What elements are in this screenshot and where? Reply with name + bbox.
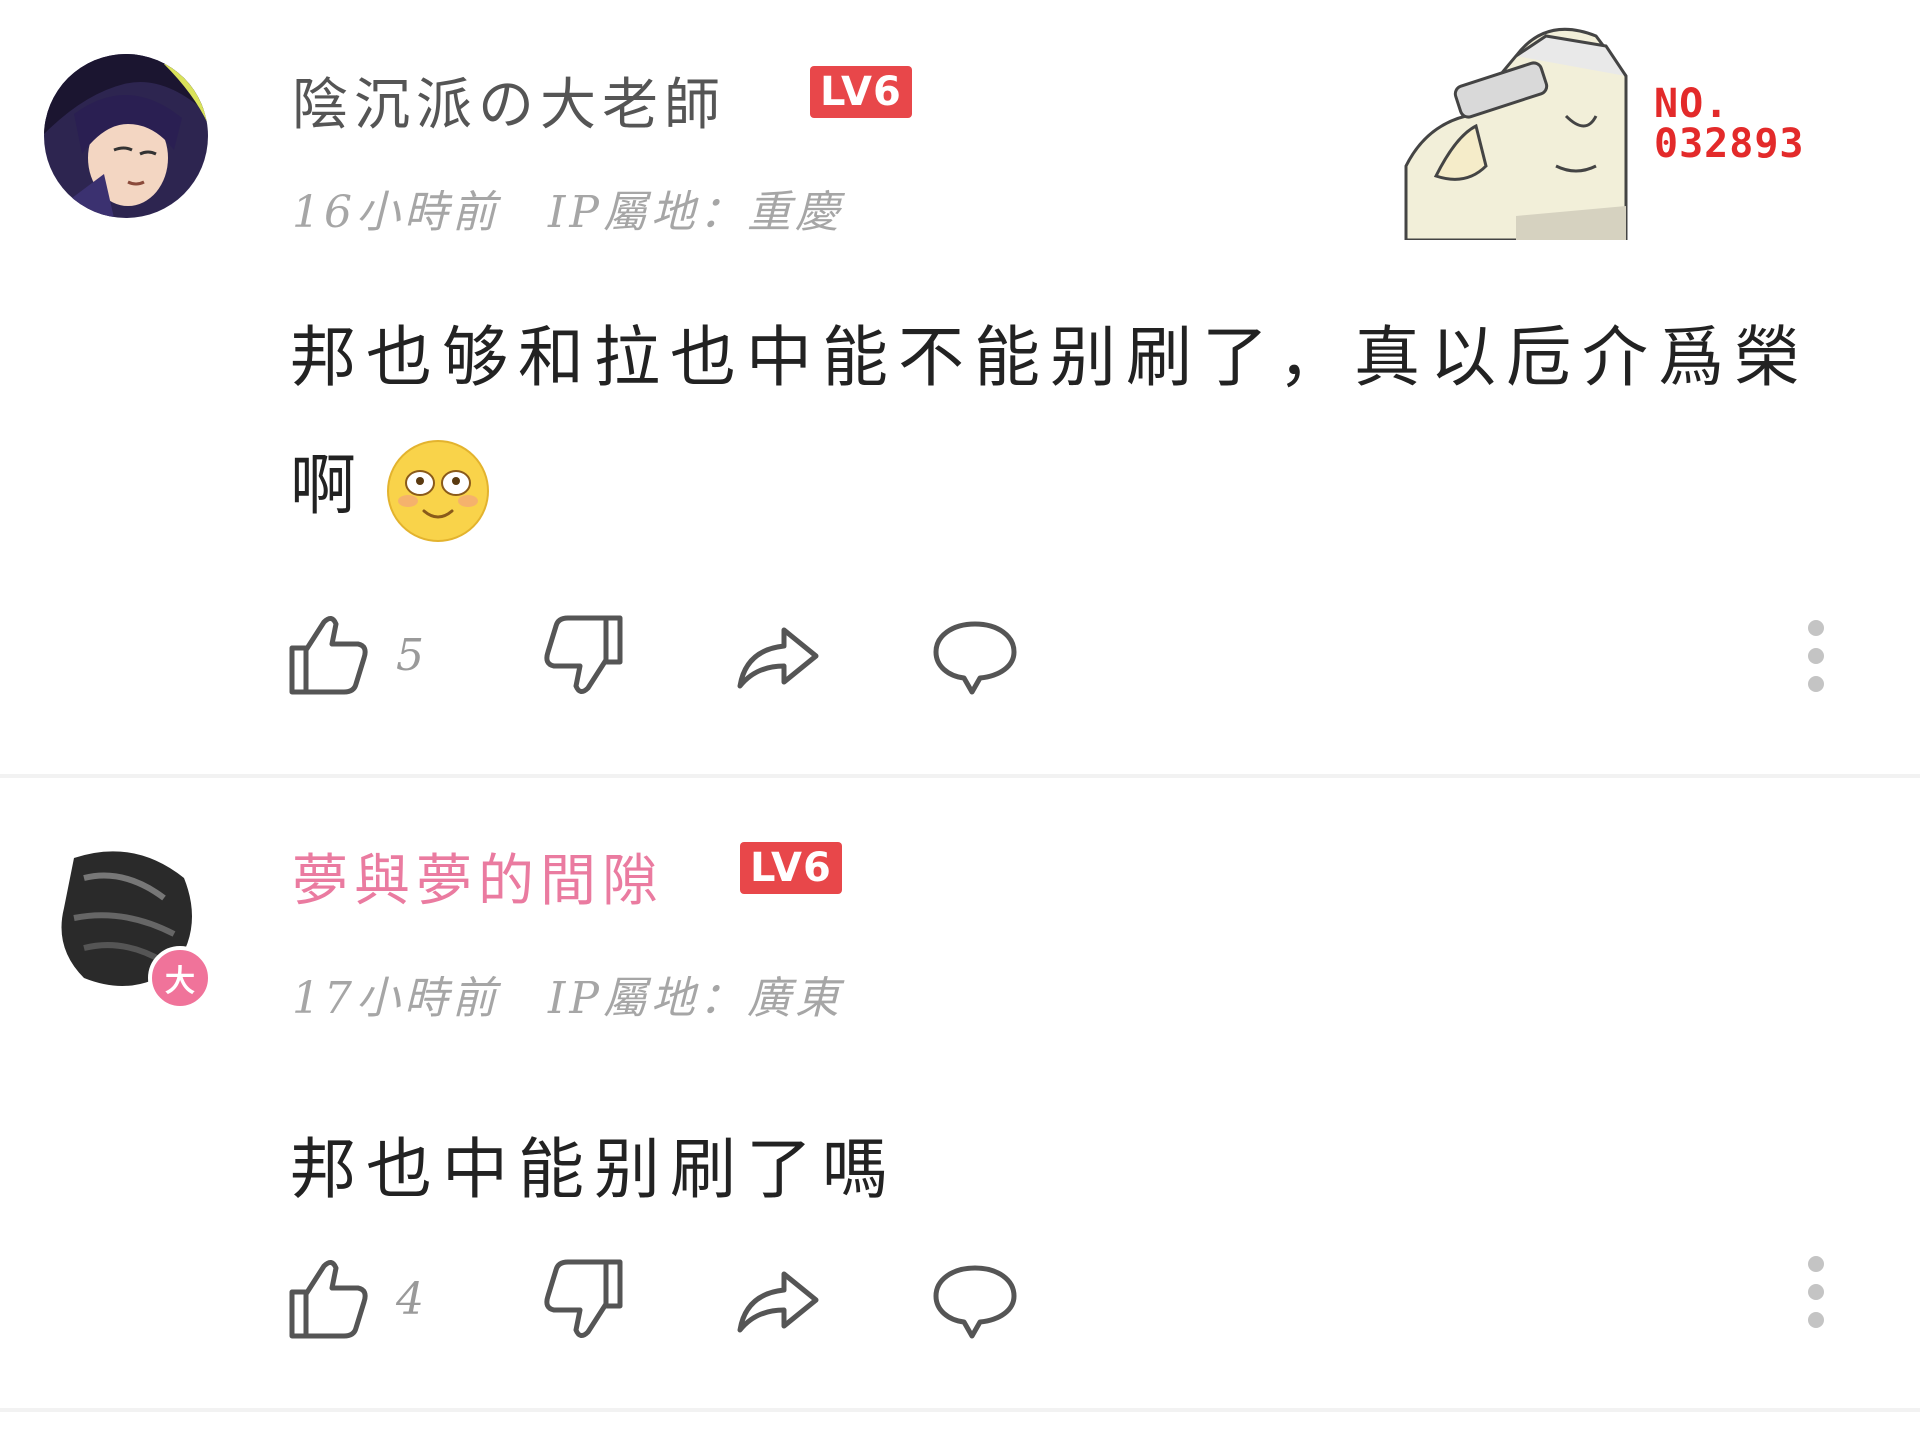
- comment-text: 邦也中能别刷了嗎: [290, 1106, 1860, 1234]
- thumbs-up-icon: [289, 1260, 368, 1339]
- like-button[interactable]: 4: [284, 1254, 424, 1344]
- thumbs-down-icon: [544, 1259, 623, 1338]
- more-options-button[interactable]: [1806, 1256, 1826, 1340]
- more-dot-icon: [1808, 1284, 1824, 1300]
- reply-button[interactable]: [930, 1254, 1020, 1344]
- more-dot-icon: [1808, 620, 1824, 636]
- comment-list: 陰沉派の大老師 LV6 16小時前 IP屬地：重慶 NO. 032893 邦也够…: [0, 0, 1920, 1440]
- thumbs-down-icon: [544, 615, 623, 694]
- share-arrow-icon: [737, 627, 819, 689]
- share-button[interactable]: [732, 610, 822, 700]
- more-dot-icon: [1808, 1256, 1824, 1272]
- reply-button[interactable]: [930, 610, 1020, 700]
- more-dot-icon: [1808, 648, 1824, 664]
- comment-bubble-icon: [933, 1265, 1017, 1339]
- sticker-number: NO. 032893: [1654, 84, 1805, 164]
- dislike-button[interactable]: [538, 610, 628, 700]
- avatar[interactable]: 大: [44, 838, 212, 1010]
- level-badge: LV6: [810, 66, 912, 118]
- thumbs-up-icon: [289, 616, 368, 695]
- comment-body: 邦也中能别刷了嗎: [290, 1131, 898, 1208]
- like-count: 5: [396, 630, 424, 681]
- comment-meta: 17小時前 IP屬地：廣東: [292, 962, 873, 1026]
- avatar[interactable]: [44, 54, 208, 218]
- ip-location: IP屬地：重慶: [548, 187, 843, 238]
- comment-divider: [0, 774, 1920, 778]
- username[interactable]: 夢與夢的間隙: [292, 836, 664, 917]
- comment-item: 大 夢與夢的間隙 LV6 17小時前 IP屬地：廣東 邦也中能别刷了嗎 4: [0, 786, 1920, 1414]
- comment-meta: 16小時前 IP屬地：重慶: [292, 176, 873, 240]
- ip-location: IP屬地：廣東: [548, 973, 843, 1024]
- comment-body: 邦也够和拉也中能不能别刷了，真以卮介爲榮啊: [290, 319, 1810, 524]
- comment-time: 16小時前: [292, 187, 500, 238]
- like-button[interactable]: 5: [284, 610, 424, 700]
- share-button[interactable]: [732, 1254, 822, 1344]
- flushed-smile-emoji: [386, 439, 490, 543]
- comment-time: 17小時前: [292, 973, 500, 1024]
- comment-text: 邦也够和拉也中能不能别刷了，真以卮介爲榮啊: [290, 294, 1860, 550]
- comment-item: 陰沉派の大老師 LV6 16小時前 IP屬地：重慶 NO. 032893 邦也够…: [0, 0, 1920, 774]
- more-options-button[interactable]: [1806, 620, 1826, 704]
- comment-divider: [0, 1408, 1920, 1412]
- dislike-button[interactable]: [538, 1254, 628, 1344]
- sticker-no-value: 032893: [1654, 121, 1805, 167]
- sticker-no-label: NO.: [1654, 81, 1730, 127]
- share-arrow-icon: [737, 1271, 819, 1333]
- like-count: 4: [396, 1274, 424, 1325]
- level-badge: LV6: [740, 842, 842, 894]
- username[interactable]: 陰沉派の大老師: [292, 60, 726, 141]
- vip-badge: 大: [148, 946, 212, 1010]
- more-dot-icon: [1808, 1312, 1824, 1328]
- comment-bubble-icon: [933, 621, 1017, 695]
- more-dot-icon: [1808, 676, 1824, 692]
